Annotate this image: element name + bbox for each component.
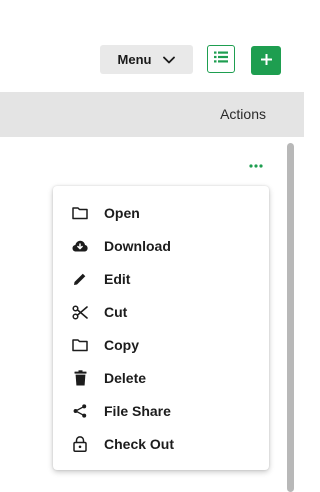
menu-item-label: Edit [104, 271, 131, 288]
more-horizontal-icon [249, 155, 263, 173]
menu-item-cut[interactable]: Cut [53, 296, 269, 329]
table-header: Actions [0, 92, 304, 137]
actions-column-header: Actions [220, 106, 266, 122]
list-view-icon [214, 50, 228, 68]
menu-item-check-out[interactable]: Check Out [53, 427, 269, 460]
list-view-button[interactable] [207, 45, 235, 73]
vertical-scrollbar[interactable] [287, 140, 295, 492]
menu-item-label: File Share [104, 402, 171, 419]
folder-icon [72, 205, 88, 221]
menu-item-label: Check Out [104, 435, 175, 452]
plus-icon [260, 52, 272, 70]
folder-icon [72, 337, 88, 353]
share-icon [72, 403, 88, 419]
menu-item-label: Delete [104, 369, 147, 386]
menu-item-open[interactable]: Open [53, 197, 269, 230]
menu-item-label: Copy [104, 337, 139, 353]
menu-item-download[interactable]: Download [53, 230, 269, 263]
row-more-button[interactable] [245, 157, 267, 171]
scissors-icon [72, 304, 88, 320]
pencil-icon [72, 271, 88, 287]
add-button[interactable] [251, 46, 281, 75]
trash-icon [72, 370, 88, 386]
lock-icon [72, 435, 88, 452]
context-menu: Open Download Edit Cut Copy Delete File … [53, 186, 269, 470]
menu-item-delete[interactable]: Delete [53, 361, 269, 394]
chevron-down-icon [163, 56, 176, 64]
menu-item-label: Cut [104, 304, 128, 321]
menu-button[interactable]: Menu [100, 45, 193, 74]
menu-item-label: Download [104, 238, 171, 255]
cloud-download-icon [72, 238, 88, 254]
scrollbar-thumb[interactable] [287, 143, 294, 492]
menu-button-label: Menu [117, 52, 152, 67]
menu-item-edit[interactable]: Edit [53, 263, 269, 296]
menu-item-file-share[interactable]: File Share [53, 394, 269, 427]
menu-item-label: Open [104, 205, 140, 222]
menu-item-copy[interactable]: Copy [53, 329, 269, 362]
